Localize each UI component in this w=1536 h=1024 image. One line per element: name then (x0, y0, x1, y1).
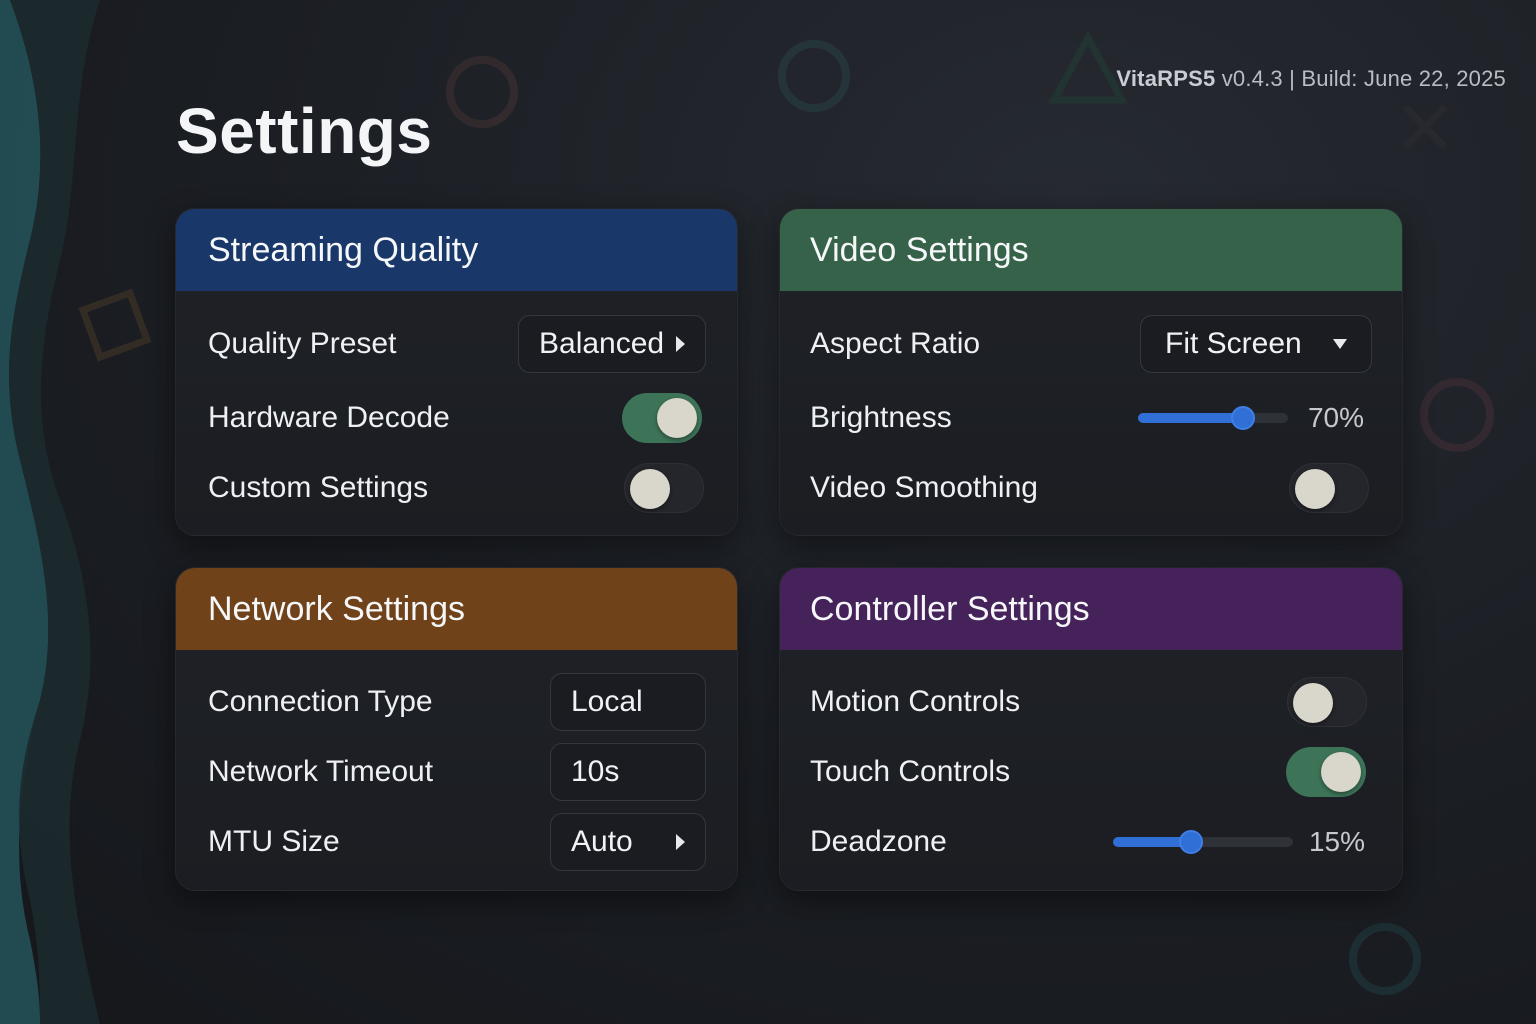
dropdown-value: Fit Screen (1165, 327, 1302, 360)
hardware-decode-row: Hardware Decode (176, 388, 737, 448)
quality-preset-row: Quality Preset Balanced (176, 314, 737, 374)
toggle-knob (630, 469, 670, 509)
aspect-ratio-row: Aspect Ratio Fit Screen (780, 314, 1402, 374)
custom-settings-row: Custom Settings (176, 458, 737, 518)
deadzone-value: 15% (1308, 826, 1365, 857)
chevron-right-icon (676, 336, 685, 352)
network-settings-header: Network Settings (176, 568, 737, 650)
setting-label: Connection Type (208, 685, 433, 718)
video-settings-header: Video Settings (780, 209, 1402, 291)
mtu-size-row: MTU Size Auto (176, 812, 737, 872)
hardware-decode-toggle[interactable] (622, 393, 702, 443)
setting-label: Custom Settings (208, 471, 429, 504)
custom-settings-toggle[interactable] (624, 463, 704, 513)
card-title: Network Settings (208, 589, 465, 628)
video-smoothing-toggle[interactable] (1289, 463, 1369, 513)
controller-settings-card: Controller Settings Motion Controls Touc… (779, 567, 1403, 891)
setting-label: MTU Size (208, 825, 340, 858)
circle-shape-icon (446, 56, 518, 128)
setting-label: Touch Controls (810, 755, 1011, 788)
setting-label: Quality Preset (208, 327, 397, 360)
slider-fill (1137, 413, 1243, 423)
network-settings-card: Network Settings Connection Type Local N… (175, 567, 738, 891)
brightness-row: Brightness 70% (780, 388, 1402, 448)
setting-label: Aspect Ratio (810, 327, 981, 360)
selector-value: Auto (571, 825, 633, 858)
chevron-down-icon (1333, 339, 1347, 349)
toggle-knob (1293, 683, 1333, 723)
brightness-value: 70% (1307, 402, 1364, 433)
card-title: Streaming Quality (208, 230, 479, 269)
controller-settings-header: Controller Settings (780, 568, 1402, 650)
square-shape-icon (78, 288, 152, 362)
toggle-knob (1295, 469, 1335, 509)
motion-controls-row: Motion Controls (780, 672, 1402, 732)
chevron-right-icon (676, 834, 685, 850)
setting-label: Motion Controls (810, 685, 1021, 718)
toggle-knob (1321, 752, 1361, 792)
build-info: v0.4.3 | Build: June 22, 2025 (1221, 66, 1506, 91)
mtu-size-selector[interactable]: Auto (550, 813, 706, 871)
motion-controls-toggle[interactable] (1287, 677, 1367, 727)
quality-preset-selector[interactable]: Balanced (518, 315, 706, 373)
touch-controls-toggle[interactable] (1286, 747, 1366, 797)
setting-label: Hardware Decode (208, 401, 450, 434)
app-name: VitaRPS5 (1116, 66, 1216, 91)
selector-value: Balanced (539, 327, 665, 360)
connection-type-field[interactable]: Local (550, 673, 706, 731)
circle-shape-icon (778, 40, 850, 112)
deadzone-slider[interactable] (1112, 830, 1293, 854)
card-title: Video Settings (810, 230, 1029, 269)
deadzone-row: Deadzone 15% (780, 812, 1402, 872)
version-label: VitaRPS5 v0.4.3 | Build: June 22, 2025 (1116, 66, 1506, 92)
card-title: Controller Settings (810, 589, 1090, 628)
field-value: 10s (571, 755, 620, 788)
page-title: Settings (176, 95, 433, 167)
network-timeout-field[interactable]: 10s (550, 743, 706, 801)
setting-label: Network Timeout (208, 755, 434, 788)
video-smoothing-row: Video Smoothing (780, 458, 1402, 518)
brightness-slider[interactable] (1137, 406, 1288, 430)
setting-label: Video Smoothing (810, 471, 1038, 504)
background-wave (0, 0, 101, 1024)
setting-label: Brightness (810, 401, 952, 434)
streaming-quality-card: Streaming Quality Quality Preset Balance… (175, 208, 738, 536)
video-settings-card: Video Settings Aspect Ratio Fit Screen B… (779, 208, 1403, 536)
circle-shape-icon (1420, 378, 1494, 452)
network-timeout-row: Network Timeout 10s (176, 742, 737, 802)
toggle-knob (657, 398, 697, 438)
touch-controls-row: Touch Controls (780, 742, 1402, 802)
streaming-quality-header: Streaming Quality (176, 209, 737, 291)
slider-thumb[interactable] (1230, 406, 1255, 430)
setting-label: Deadzone (810, 825, 947, 858)
field-value: Local (571, 685, 643, 718)
aspect-ratio-dropdown[interactable]: Fit Screen (1140, 315, 1372, 373)
slider-thumb[interactable] (1178, 830, 1203, 854)
connection-type-row: Connection Type Local (176, 672, 737, 732)
circle-shape-icon (1349, 923, 1421, 995)
cross-shape-icon (1402, 104, 1448, 150)
